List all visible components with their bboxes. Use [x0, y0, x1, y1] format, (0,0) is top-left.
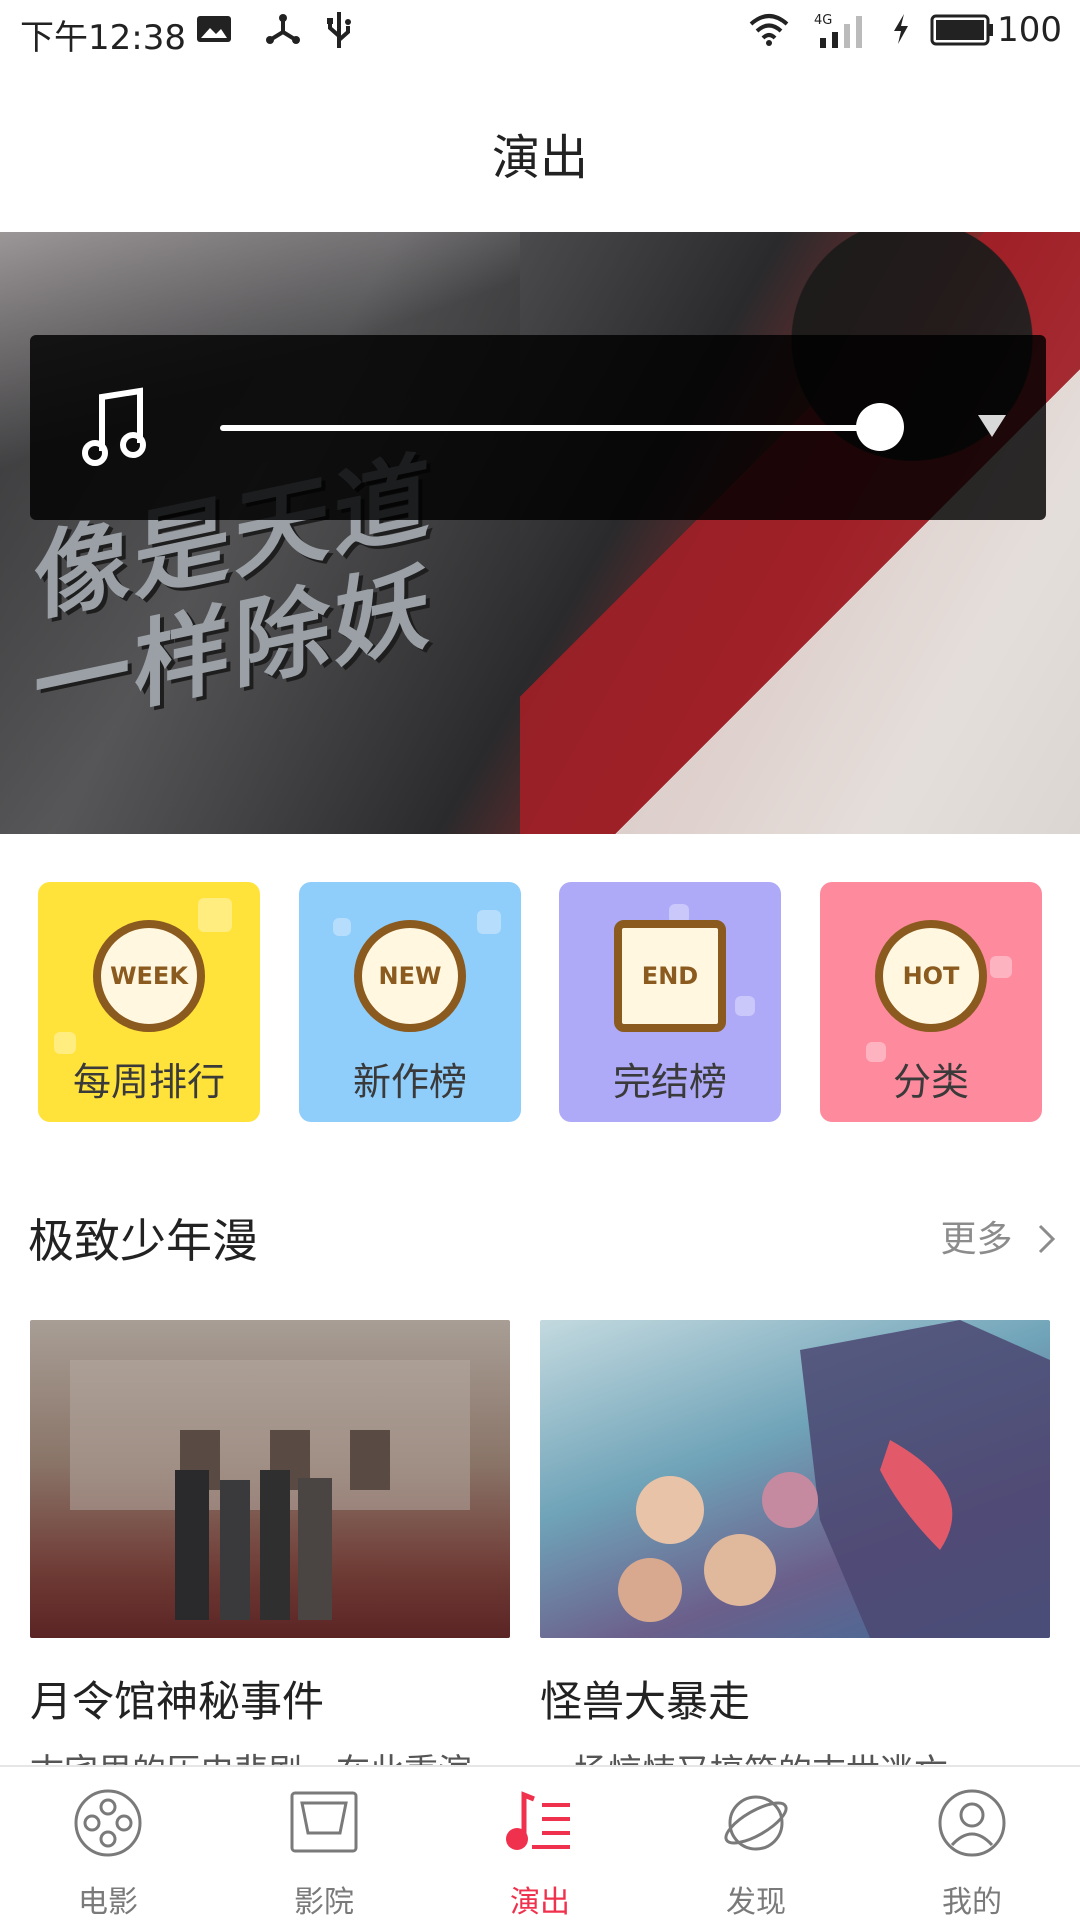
- category-label: 完结榜: [612, 1060, 727, 1104]
- nav-item-cinemas[interactable]: 影院: [216, 1767, 432, 1920]
- category-label: 新作榜: [352, 1060, 467, 1104]
- bottom-navigation: 电影 影院 演出 发现 我的: [0, 1765, 1080, 1920]
- usb-icon: [327, 12, 351, 48]
- chevron-right-icon: [1038, 1224, 1056, 1254]
- comic-cover-image[interactable]: [30, 1320, 510, 1638]
- comic-cover-art: [618, 1320, 1050, 1638]
- chevron-down-icon[interactable]: [978, 415, 1006, 437]
- comic-cover-image[interactable]: [540, 1320, 1050, 1638]
- category-label: 分类: [892, 1060, 969, 1104]
- banner-art-right: [520, 232, 1080, 834]
- music-volume-slider[interactable]: [220, 425, 880, 431]
- music-list-icon: [506, 1791, 570, 1850]
- charging-bolt-icon: [894, 14, 908, 44]
- banner-carousel[interactable]: 像是天道一样除妖: [0, 232, 1080, 834]
- ornament-new-icon: NEW: [354, 920, 466, 1032]
- image-notification-icon: [197, 16, 231, 42]
- comic-title: 月令馆神秘事件: [30, 1677, 325, 1726]
- cinema-screen-icon: [290, 1791, 358, 1853]
- nav-item-discover[interactable]: 发现: [648, 1767, 864, 1920]
- signal-4g-icon: 4G: [814, 13, 862, 48]
- comic-cover-art: [70, 1360, 470, 1620]
- comic-title: 怪兽大暴走: [540, 1677, 751, 1726]
- nav-label: 我的: [942, 1885, 1002, 1920]
- music-slider-thumb[interactable]: [856, 403, 904, 451]
- battery-icon: [930, 14, 993, 46]
- nav-item-mine[interactable]: 我的: [864, 1767, 1080, 1920]
- film-reel-icon: [74, 1789, 142, 1857]
- category-weekly-ranking[interactable]: WEEK 每周排行: [38, 882, 260, 1122]
- more-link[interactable]: 更多: [941, 1210, 1058, 1262]
- music-player-overlay: [30, 335, 1046, 520]
- nav-item-shows[interactable]: 演出: [432, 1767, 648, 1920]
- page-title: 演出: [491, 130, 588, 186]
- category-classification[interactable]: HOT 分类: [820, 882, 1042, 1122]
- magnifier-hot-icon: HOT: [875, 920, 987, 1032]
- battery-percentage: 100: [997, 10, 1062, 50]
- status-time: 下午12:38: [20, 18, 186, 58]
- nav-label: 发现: [726, 1885, 786, 1920]
- trophy-week-icon: WEEK: [93, 920, 205, 1032]
- nav-label: 电影: [78, 1885, 138, 1920]
- status-bar: 下午12:38 4G 100: [0, 0, 1080, 66]
- music-note-icon[interactable]: [82, 387, 148, 469]
- more-label: 更多: [940, 1219, 1013, 1260]
- category-completed[interactable]: END 完结榜: [559, 882, 781, 1122]
- nav-label: 影院: [294, 1885, 354, 1920]
- nav-item-movies[interactable]: 电影: [0, 1767, 216, 1920]
- user-icon: [938, 1789, 1006, 1857]
- category-new-works[interactable]: NEW 新作榜: [299, 882, 521, 1122]
- nav-label: 演出: [510, 1885, 570, 1920]
- wifi-icon: [749, 14, 789, 46]
- section-title: 极致少年漫: [28, 1214, 258, 1268]
- category-label: 每周排行: [72, 1060, 225, 1104]
- banner-end-icon: END: [614, 920, 726, 1032]
- share-icon: [266, 14, 300, 44]
- planet-icon: [724, 1795, 788, 1851]
- svg-text:4G: 4G: [814, 13, 832, 28]
